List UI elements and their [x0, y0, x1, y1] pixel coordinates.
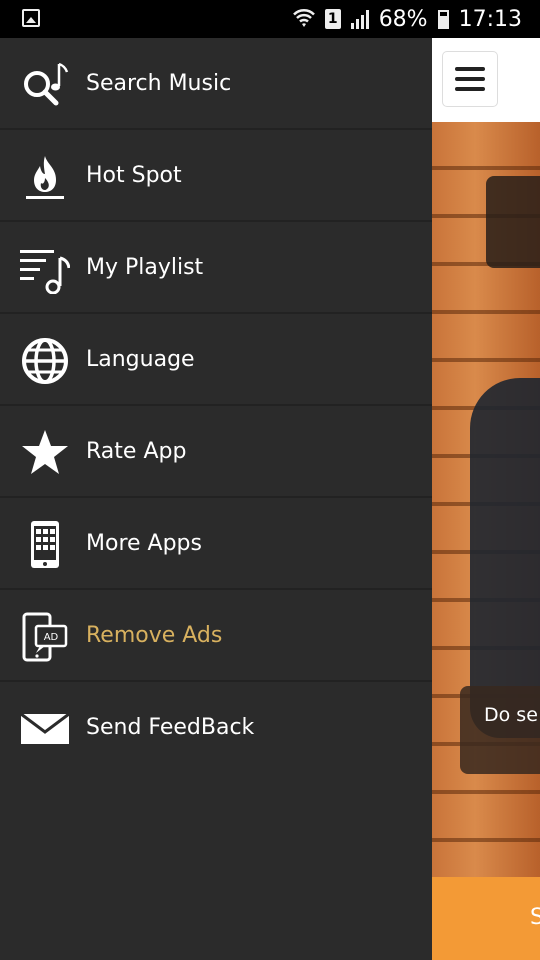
- envelope-icon: [20, 712, 70, 744]
- overlay-text-card: Do se: [460, 686, 540, 774]
- drawer-item-label: My Playlist: [86, 255, 204, 280]
- drawer-item-my-playlist[interactable]: My Playlist: [0, 222, 432, 314]
- gallery-notification-icon: [22, 9, 40, 27]
- drawer-item-hot-spot[interactable]: Hot Spot: [0, 130, 432, 222]
- flame-icon: [26, 156, 64, 199]
- drawer-item-rate-app[interactable]: Rate App: [0, 406, 432, 498]
- drawer-item-label: Remove Ads: [86, 623, 223, 648]
- main-content: Do se S: [432, 38, 540, 960]
- status-right: 1 68% 17:13: [292, 4, 522, 34]
- drawer-item-more-apps[interactable]: More Apps: [0, 498, 432, 590]
- drawer-item-language[interactable]: Language: [0, 314, 432, 406]
- drawer-item-label: Search Music: [86, 71, 232, 96]
- drawer-item-label: Send FeedBack: [86, 715, 255, 740]
- drawer-item-label: Hot Spot: [86, 163, 182, 188]
- battery-percent: 68%: [378, 6, 428, 32]
- sim-icon: 1: [324, 9, 341, 29]
- drawer-item-label: Rate App: [86, 439, 187, 464]
- drawer-item-search-music[interactable]: Search Music: [0, 38, 432, 130]
- status-bar: 1 68% 17:13: [0, 0, 540, 38]
- overlay-text: Do se: [484, 704, 538, 726]
- bottom-action-button[interactable]: S: [432, 877, 540, 960]
- clock: 17:13: [458, 6, 522, 32]
- menu-button[interactable]: [443, 52, 497, 106]
- star-icon: [22, 430, 68, 474]
- overlay-card: [486, 176, 540, 268]
- drawer-item-label: Language: [86, 347, 195, 372]
- svg-text:AD: AD: [44, 632, 59, 643]
- wifi-icon: [292, 9, 315, 27]
- navigation-drawer: Search Music Hot Spot My Playlist Langua…: [0, 38, 432, 960]
- hero-figure: [470, 378, 540, 738]
- battery-icon: [437, 9, 449, 29]
- remove-ads-icon: AD: [22, 612, 68, 662]
- globe-icon: [22, 338, 68, 384]
- drawer-item-remove-ads[interactable]: AD Remove Ads: [0, 590, 432, 682]
- playlist-icon: [20, 250, 70, 294]
- drawer-item-label: More Apps: [86, 531, 202, 556]
- signal-icon: [350, 9, 369, 29]
- phone-apps-icon: [31, 521, 59, 568]
- search-music-icon: [24, 62, 69, 106]
- bottom-action-label: S: [530, 905, 540, 930]
- drawer-item-send-feedback[interactable]: Send FeedBack: [0, 682, 432, 774]
